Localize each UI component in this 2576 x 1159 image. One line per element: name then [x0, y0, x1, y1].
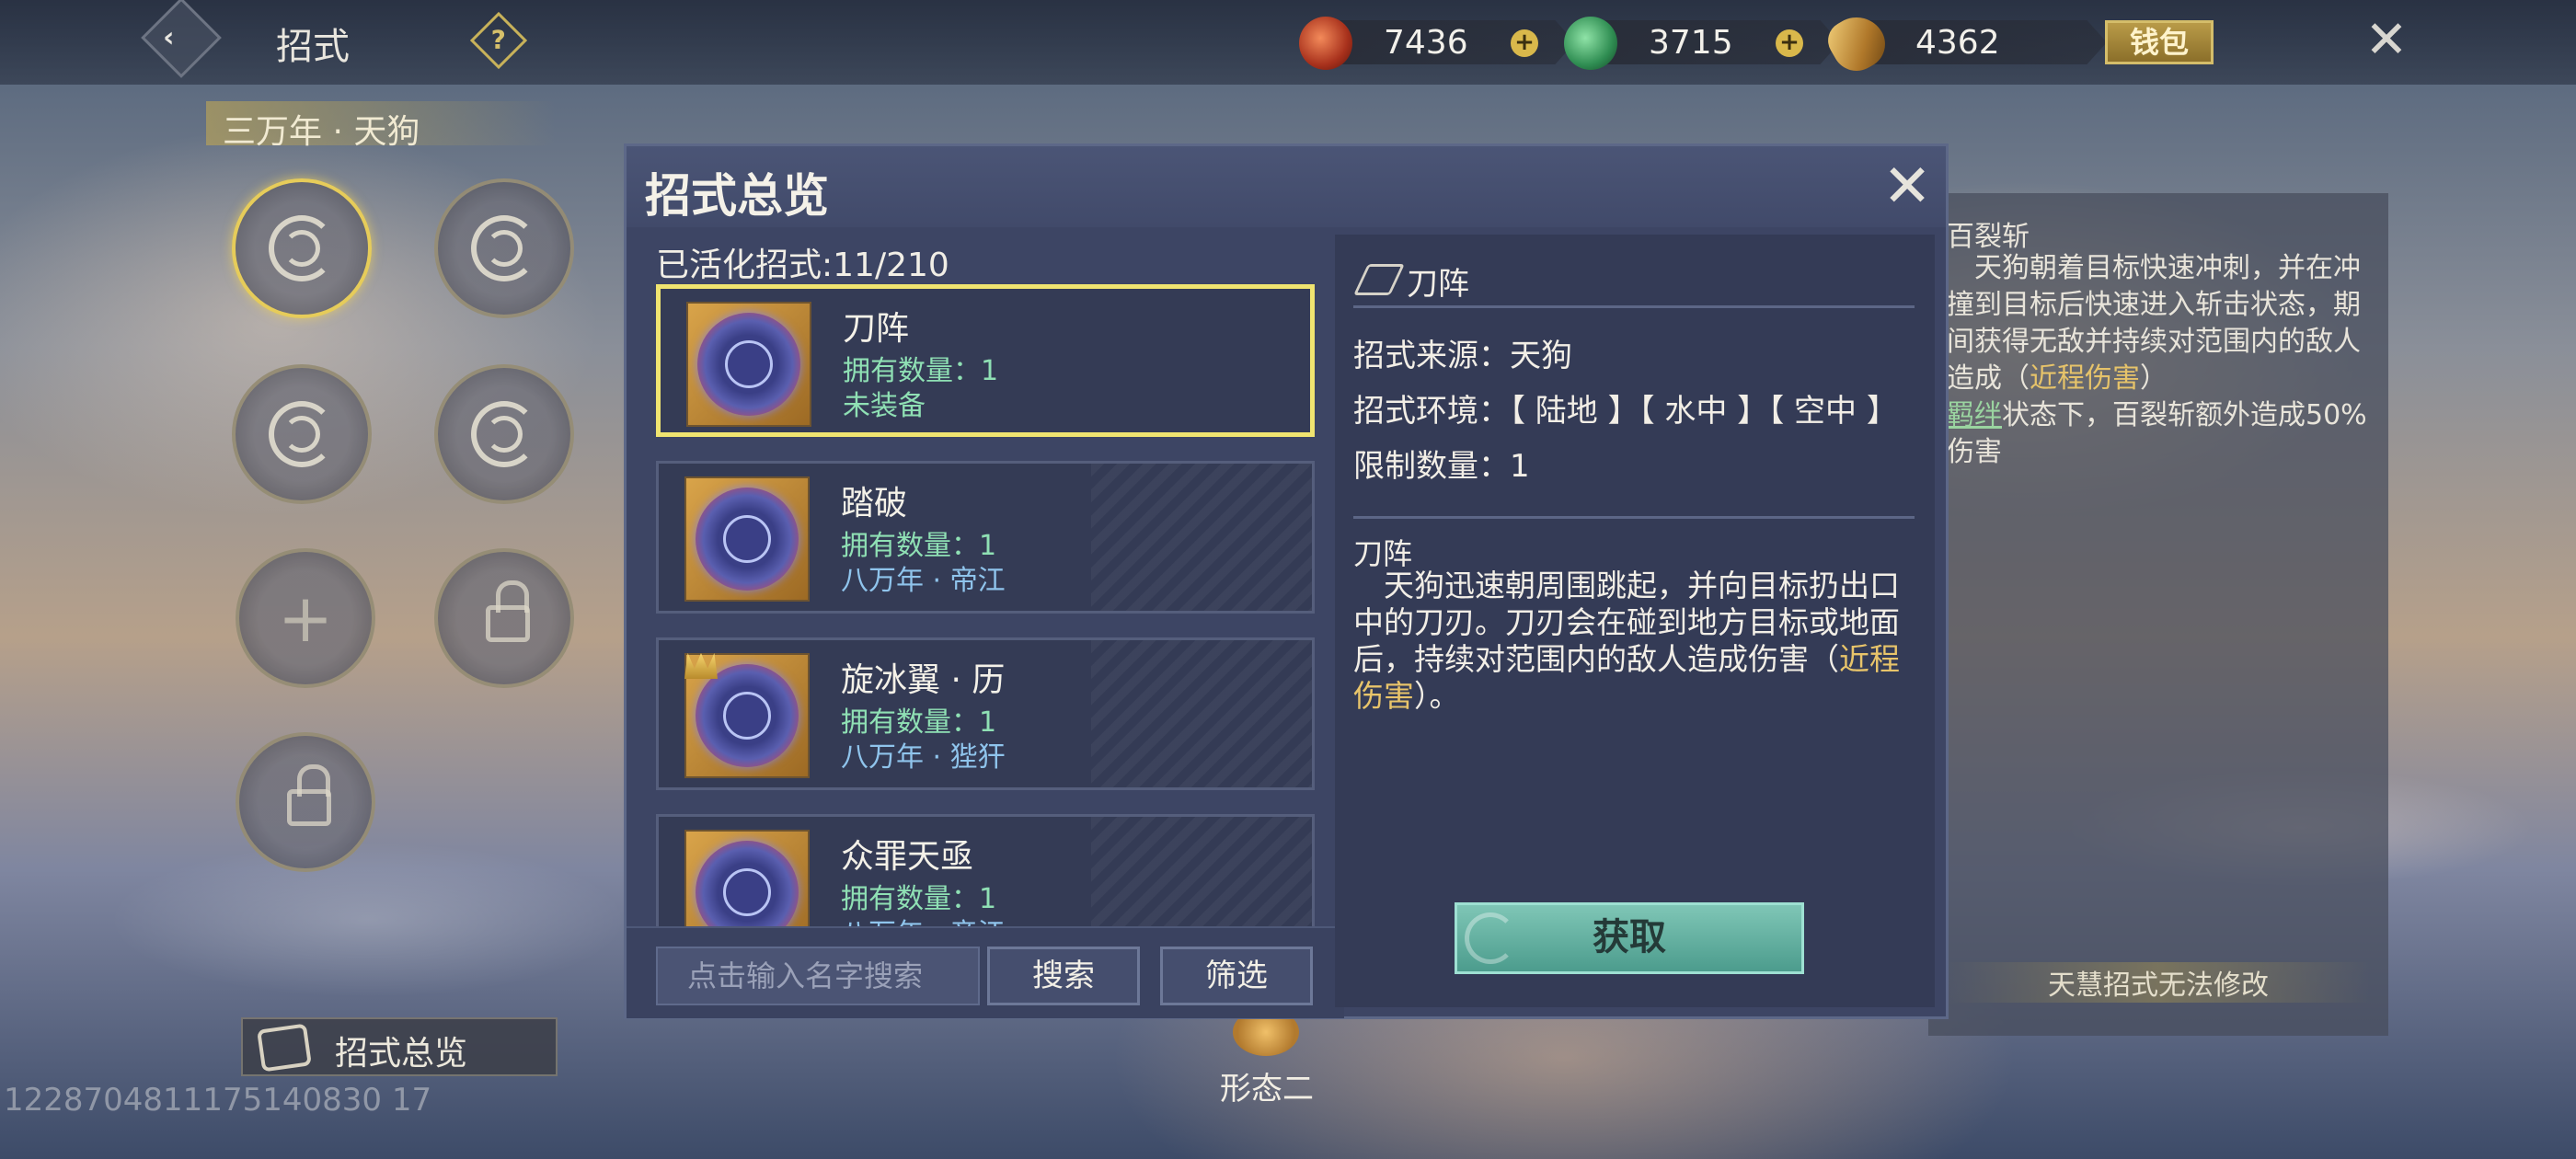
currency-value: 7436	[1384, 24, 1468, 62]
scroll-icon	[257, 1023, 312, 1073]
skill-list-item[interactable]: 旋冰翼 · 历 拥有数量：1 八万年 · 狴犴	[656, 637, 1315, 790]
skill-environment-line: 招式环境：【 陆地 】【 水中 】【 空中 】	[1353, 393, 1898, 430]
watermark: 1228704811175140830 17	[4, 1082, 432, 1119]
activated-count: 已活化招式:11/210	[656, 247, 949, 284]
icon-core	[723, 515, 771, 563]
lock-icon	[486, 580, 530, 642]
skill-source: 八万年 · 帝江	[841, 565, 1006, 597]
skill-detail-panel: 刀阵 招式来源：天狗 招式环境：【 陆地 】【 水中 】【 空中 】 限制数量：…	[1335, 235, 1935, 1007]
green-jade-icon	[1564, 17, 1617, 70]
skill-slot[interactable]	[434, 364, 574, 504]
swirl-inner	[283, 416, 320, 453]
skill-limit-line: 限制数量：1	[1353, 448, 1530, 485]
modal-header: 招式总览 ✕	[627, 146, 1946, 227]
currency-red: 7436 +	[1299, 17, 1575, 70]
blade-icon	[1353, 264, 1405, 295]
currency-gold: 4362	[1821, 6, 2107, 80]
icon-core	[723, 692, 771, 740]
red-orb-icon	[1299, 17, 1352, 70]
side-skill-title: 百裂斩	[1947, 221, 2030, 253]
side-text-part: ）	[2140, 362, 2168, 395]
pet-subtitle: 三万年 · 天狗	[206, 101, 556, 151]
skill-list-item[interactable]: 刀阵 拥有数量：1 未装备	[656, 284, 1315, 437]
skill-name: 刀阵	[843, 310, 910, 348]
skill-icon	[684, 476, 810, 602]
search-input[interactable]	[656, 947, 980, 1005]
skill-name: 众罪天亟	[841, 838, 974, 876]
swirl-icon	[1465, 912, 1516, 964]
skill-description-panel: 百裂斩 天狗朝着目标快速冲刺，并在冲撞到目标后快速进入斩击状态，期间获得无敌并持…	[1928, 193, 2388, 1036]
close-icon[interactable]: ✕	[2361, 15, 2412, 66]
back-arrow-icon: ‹	[163, 21, 175, 54]
skill-list-item[interactable]: 踏破 拥有数量：1 八万年 · 帝江	[656, 461, 1315, 614]
filter-button[interactable]: 筛选	[1160, 947, 1313, 1005]
item-pattern	[1091, 640, 1312, 787]
icon-core	[723, 868, 771, 916]
skill-name: 旋冰翼 · 历	[841, 661, 1006, 699]
swirl-inner	[486, 230, 523, 267]
desc-part: 天狗迅速朝周围跳起，并向目标扔出口中的刀刃。刀刃会在碰到地方目标或地面后，持续对…	[1353, 568, 1900, 677]
cannot-modify-notice: 天慧招式无法修改	[1947, 962, 2370, 1003]
gold-shell-icon	[1821, 6, 1894, 80]
swirl-inner	[283, 230, 320, 267]
locked-skill-slot[interactable]	[434, 548, 574, 688]
detail-description: 天狗迅速朝周围跳起，并向目标扔出口中的刀刃。刀刃会在碰到地方目标或地面后，持续对…	[1353, 568, 1915, 715]
close-icon[interactable]: ✕	[1880, 157, 1935, 216]
obtain-label: 获取	[1593, 916, 1666, 958]
currency-value: 3715	[1649, 24, 1733, 62]
obtain-button[interactable]: 获取	[1455, 902, 1804, 974]
bond-link[interactable]: 羁绊	[1947, 399, 2002, 431]
empty-skill-slot[interactable]: +	[236, 548, 375, 688]
back-button[interactable]: ‹	[141, 0, 222, 78]
currency-value: 4362	[1915, 24, 2000, 62]
search-bar: 搜索 筛选	[627, 926, 1344, 1018]
skill-slot[interactable]	[434, 178, 574, 318]
skill-status: 未装备	[843, 390, 926, 422]
skill-name: 踏破	[841, 485, 908, 522]
skill-source: 八万年 · 狴犴	[841, 741, 1006, 774]
skill-slot[interactable]	[232, 178, 372, 318]
side-text-highlight: 近程伤害	[2030, 362, 2140, 395]
swirl-inner	[486, 416, 523, 453]
item-pattern	[1091, 464, 1312, 611]
desc-part: ）。	[1414, 678, 1460, 714]
skill-overview-tab[interactable]: 招式总览	[241, 1017, 558, 1076]
help-button[interactable]: ?	[469, 11, 528, 70]
form-label[interactable]: 形态二	[1220, 1063, 1314, 1108]
side-skill-text: 天狗朝着目标快速冲刺，并在冲撞到目标后快速进入斩击状态，期间获得无敌并持续对范围…	[1947, 250, 2370, 471]
side-text-part: 状态下，百裂斩额外造成50%伤害	[1947, 399, 2367, 468]
skill-slot[interactable]	[232, 364, 372, 504]
question-icon: ?	[490, 24, 506, 55]
pet-subtitle-text: 三万年 · 天狗	[223, 113, 420, 151]
locked-skill-slot[interactable]	[236, 732, 375, 872]
search-button[interactable]: 搜索	[987, 947, 1140, 1005]
detail-title: 刀阵	[1407, 266, 1469, 303]
overview-tab-label: 招式总览	[335, 1035, 468, 1073]
skill-overview-modal: 招式总览 ✕ 已活化招式:11/210 刀阵 拥有数量：1 未装备 踏破 拥有数…	[624, 143, 1949, 1019]
skill-source-line: 招式来源：天狗	[1353, 338, 1572, 374]
wallet-button[interactable]: 钱包	[2105, 20, 2214, 64]
currency-green: 3715 +	[1564, 17, 1840, 70]
top-bar: ‹ 招式 ? 7436 + 3715 + 4362 钱包 ✕	[0, 0, 2576, 85]
detail-title-row: 刀阵	[1353, 258, 1915, 308]
modal-title: 招式总览	[645, 169, 829, 223]
add-currency-button[interactable]: +	[1511, 29, 1538, 57]
screen-title: 招式	[276, 26, 350, 68]
divider	[1353, 516, 1915, 519]
lock-icon	[287, 764, 331, 826]
plus-icon: +	[277, 580, 334, 657]
skill-icon	[686, 302, 811, 427]
icon-core	[725, 340, 773, 388]
add-currency-button[interactable]: +	[1776, 29, 1803, 57]
